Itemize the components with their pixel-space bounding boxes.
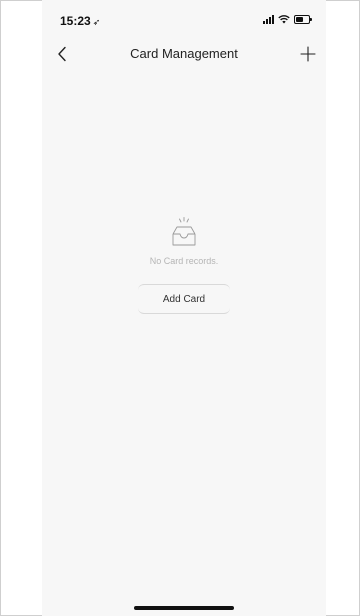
empty-tray-icon <box>172 217 196 246</box>
battery-tip <box>310 17 312 21</box>
wifi-icon <box>278 15 290 24</box>
status-bar: 15:23 ➶ <box>42 0 326 32</box>
status-time: 15:23 <box>60 14 91 28</box>
plus-icon <box>300 46 316 62</box>
battery-level <box>296 16 303 22</box>
empty-state: No Card records. Add Card <box>42 216 326 314</box>
home-indicator[interactable] <box>134 606 234 610</box>
status-time-wrapper: 15:23 ➶ <box>60 14 100 28</box>
add-card-icon-button[interactable] <box>294 40 322 68</box>
add-card-button[interactable]: Add Card <box>138 284 230 314</box>
phone-screen: 15:23 ➶ Card Management No Card records.… <box>42 0 326 616</box>
empty-message: No Card records. <box>149 256 219 266</box>
status-icons <box>263 14 312 24</box>
battery-icon <box>294 14 312 24</box>
signal-icon <box>263 14 274 24</box>
location-arrow-icon: ➶ <box>92 17 101 27</box>
page-title: Card Management <box>130 46 238 61</box>
navigation-bar: Card Management <box>42 38 326 70</box>
